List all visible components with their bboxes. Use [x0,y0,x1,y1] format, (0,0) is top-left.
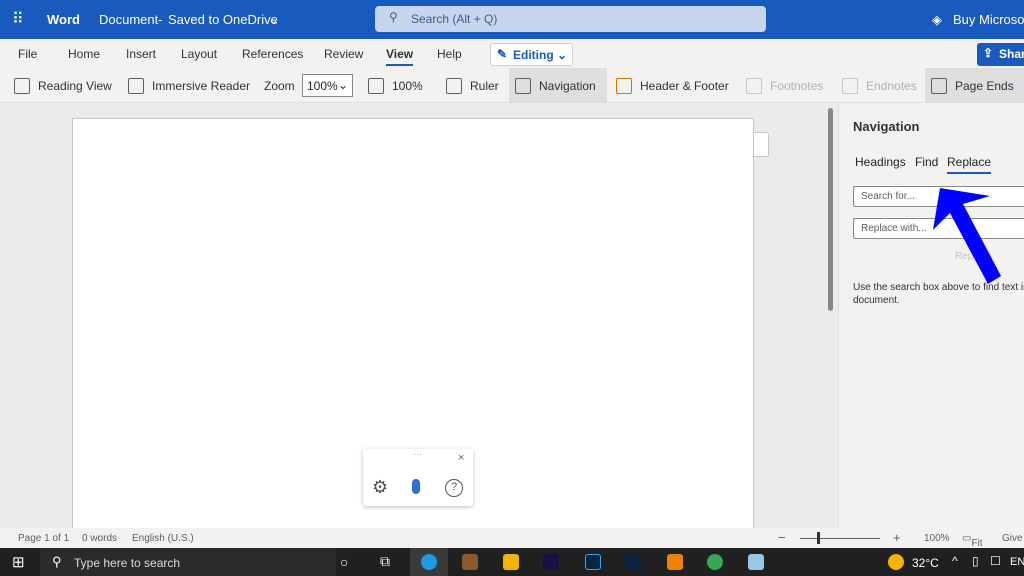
windows-start-icon[interactable]: ⊞ [12,553,25,571]
feedback-link[interactable]: Give [1002,533,1023,544]
fit-button[interactable]: ▭ Fit [962,533,983,549]
zoom-percent[interactable]: 100% [924,533,950,544]
edge-icon [421,554,437,570]
zoom-out-button[interactable]: − [778,530,786,545]
input-language[interactable]: EN [1010,556,1024,568]
premiere-icon[interactable] [543,554,559,570]
lightroom-icon[interactable] [625,554,641,570]
file-explorer-icon[interactable] [503,554,519,570]
photoshop-icon[interactable] [585,554,601,570]
zoom-slider[interactable] [800,538,880,539]
annotation-arrow [933,188,1001,284]
zoom-in-button[interactable]: + [893,530,901,545]
page-count: Page 1 of 1 [18,533,70,544]
chrome-icon[interactable] [707,554,723,570]
status-bar: Page 1 of 1 0 words English (U.S.) − + 1… [0,528,1024,549]
meet-now-icon[interactable]: ▯ [972,554,979,568]
photo-app-icon[interactable] [462,554,478,570]
vlc-icon[interactable] [667,554,683,570]
cortana-icon[interactable]: ○ [340,554,348,570]
search-icon: ⚲ [52,554,62,569]
windows-taskbar: ⊞ ⚲ Type here to search ○ ⧉ 32°C ^ ▯ ☐ E… [0,548,1024,576]
edge-app[interactable] [410,548,448,576]
weather-icon[interactable] [888,554,904,570]
language[interactable]: English (U.S.) [132,533,194,544]
zoom-slider-thumb[interactable] [817,532,820,544]
word-count: 0 words [82,533,118,544]
chevron-up-icon[interactable]: ^ [952,554,958,568]
taskbar-search-placeholder: Type here to search [74,556,181,570]
temperature[interactable]: 32°C [912,556,939,570]
taskbar-search[interactable]: ⚲ Type here to search [40,548,336,576]
network-icon[interactable]: ☐ [990,554,1001,568]
notepad-icon[interactable] [748,554,764,570]
task-view-icon[interactable]: ⧉ [380,553,390,570]
arrow-shape [933,188,1001,284]
